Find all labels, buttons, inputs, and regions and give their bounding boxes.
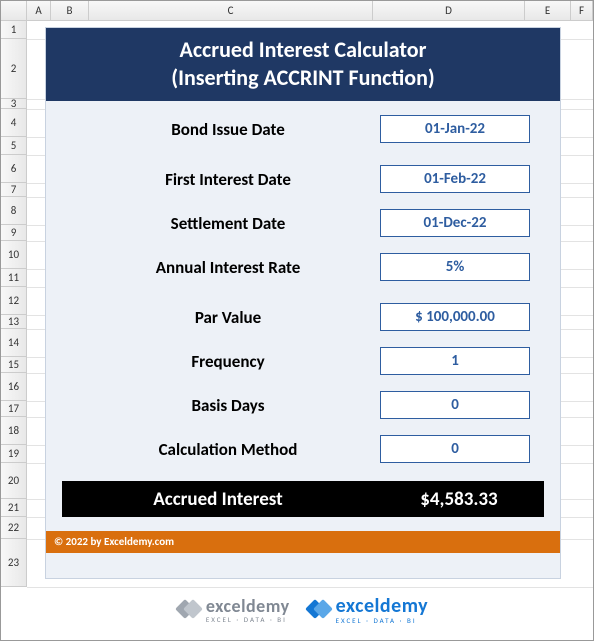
row-2[interactable]: 2 [1,39,26,99]
row-19[interactable]: 19 [1,445,26,463]
result-bar: Accrued Interest $4,583.33 [62,481,544,517]
row-21[interactable]: 21 [1,499,26,517]
value-first-date[interactable]: 01-Feb-22 [380,165,530,193]
row-par: Par Value $ 100,000.00 [46,295,560,339]
value-par[interactable]: $ 100,000.00 [380,303,530,331]
logo-blue: exceldemy EXCEL · DATA · BI [308,594,429,625]
row-first-date: First Interest Date 01-Feb-22 [46,157,560,201]
row-basis: Basis Days 0 [46,383,560,427]
label-rate: Annual Interest Rate [76,257,380,278]
row-method: Calculation Method 0 [46,427,560,471]
col-C[interactable]: C [89,1,373,20]
row-rate: Annual Interest Rate 5% [46,245,560,289]
col-F[interactable]: F [571,1,593,20]
col-corner[interactable] [1,1,27,20]
label-issue-date: Bond Issue Date [76,119,380,140]
label-settlement-date: Settlement Date [76,213,380,234]
row-13[interactable]: 13 [1,315,26,329]
row-4[interactable]: 4 [1,109,26,137]
row-17[interactable]: 17 [1,401,26,417]
row-12[interactable]: 12 [1,287,26,315]
label-first-date: First Interest Date [76,169,380,190]
value-issue-date[interactable]: 01-Jan-22 [380,115,530,143]
row-7[interactable]: 7 [1,183,26,197]
row-10[interactable]: 10 [1,241,26,269]
row-16[interactable]: 16 [1,373,26,401]
logo-grey-sub: EXCEL · DATA · BI [206,615,290,624]
column-headers: ABCDEF [1,1,593,21]
row-frequency: Frequency 1 [46,339,560,383]
logo-blue-text: exceldemy [336,594,429,618]
label-frequency: Frequency [76,351,380,372]
row-3[interactable]: 3 [1,99,26,109]
logo-grey-text: exceldemy [206,595,290,617]
row-5[interactable]: 5 [1,137,26,155]
row-8[interactable]: 8 [1,197,26,225]
row-9[interactable]: 9 [1,225,26,241]
calculator-panel: Accrued Interest Calculator (Inserting A… [45,27,561,579]
row-14[interactable]: 14 [1,329,26,357]
row-settlement-date: Settlement Date 01-Dec-22 [46,201,560,245]
value-settlement-date[interactable]: 01-Dec-22 [380,209,530,237]
row-1[interactable]: 1 [1,21,26,39]
logo-grey: exceldemy EXCEL · DATA · BI [178,595,290,624]
row-15[interactable]: 15 [1,357,26,373]
col-A[interactable]: A [27,1,51,20]
value-frequency[interactable]: 1 [380,347,530,375]
row-23[interactable]: 23 [1,539,26,587]
value-basis[interactable]: 0 [380,391,530,419]
title-line2: (Inserting ACCRINT Function) [171,64,435,91]
value-method[interactable]: 0 [380,435,530,463]
row-issue-date: Bond Issue Date 01-Jan-22 [46,107,560,151]
label-method: Calculation Method [76,439,380,460]
copyright-bar: © 2022 by Exceldemy.com [46,531,560,553]
panel-title: Accrued Interest Calculator (Inserting A… [46,28,560,101]
row-20[interactable]: 20 [1,463,26,499]
cube-icon [178,598,200,620]
logo-row: exceldemy EXCEL · DATA · BI exceldemy EX… [45,587,561,631]
row-18[interactable]: 18 [1,417,26,445]
value-rate[interactable]: 5% [380,253,530,281]
row-11[interactable]: 11 [1,269,26,287]
row-22[interactable]: 22 [1,517,26,539]
result-label: Accrued Interest [62,488,374,511]
col-B[interactable]: B [51,1,89,20]
result-value: $4,583.33 [374,488,544,511]
col-E[interactable]: E [525,1,571,20]
logo-blue-sub: EXCEL · DATA · BI [336,616,429,625]
label-basis: Basis Days [76,395,380,416]
cube-icon [308,598,330,620]
row-6[interactable]: 6 [1,155,26,183]
row-headers: 1234567891011121314151617181920212223 [1,21,27,587]
title-line1: Accrued Interest Calculator [180,36,427,63]
worksheet-area: Accrued Interest Calculator (Inserting A… [27,21,593,640]
label-par: Par Value [76,307,380,328]
col-D[interactable]: D [373,1,525,20]
